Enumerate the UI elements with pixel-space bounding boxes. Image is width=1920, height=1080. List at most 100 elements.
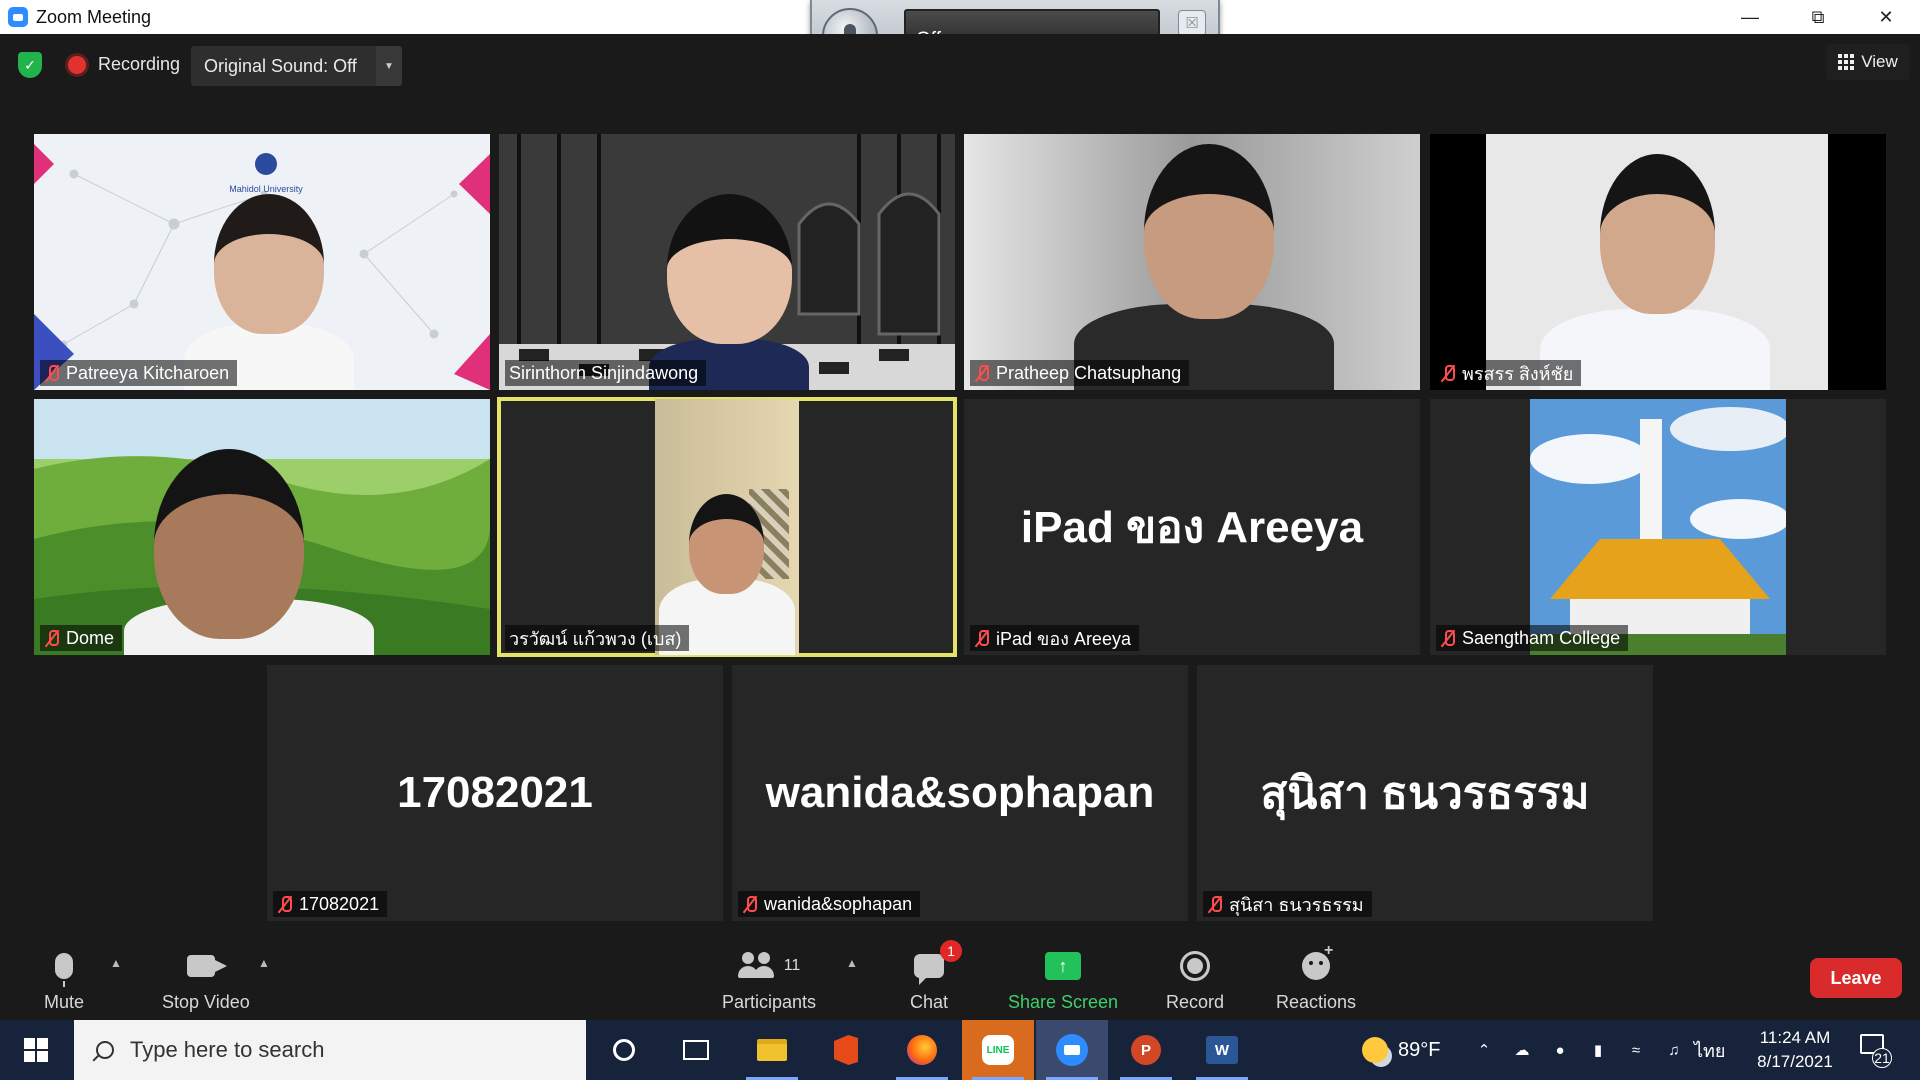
cortana-button[interactable]	[588, 1020, 660, 1080]
video-tile[interactable]: Saengtham College	[1430, 399, 1886, 655]
video-tile[interactable]: Sirinthorn Sinjindawong	[499, 134, 955, 390]
task-view-button[interactable]	[660, 1020, 732, 1080]
office-app-button[interactable]	[810, 1020, 882, 1080]
reactions-smiley-icon	[1302, 942, 1333, 980]
video-tile[interactable]: พรสรร สิงห์ชัย	[1430, 134, 1886, 390]
mic-muted-icon	[974, 629, 990, 647]
microphone-tray-icon[interactable]: ●	[1550, 1042, 1570, 1059]
participant-face	[689, 494, 764, 594]
participant-name-tag: Sirinthorn Sinjindawong	[505, 360, 707, 386]
mic-muted-icon	[44, 629, 60, 647]
mic-muted-icon	[974, 364, 990, 382]
logo-text: Mahidol University	[229, 184, 303, 194]
wifi-icon[interactable]: ≈	[1626, 1042, 1646, 1059]
chat-icon	[914, 954, 945, 985]
notification-count: 21	[1872, 1048, 1892, 1068]
close-button[interactable]: ✕	[1852, 0, 1920, 34]
participants-icon	[737, 952, 778, 980]
participant-name-tag: พรสรร สิงห์ชัย	[1436, 360, 1582, 386]
video-tile[interactable]: Mahidol University Patreeya Kitcharoen	[34, 134, 490, 390]
leave-button[interactable]: Leave	[1810, 958, 1902, 998]
input-language[interactable]: ไทย	[1694, 1020, 1725, 1080]
reactions-button[interactable]: Reactions	[1276, 942, 1356, 1013]
view-button[interactable]: View	[1826, 44, 1910, 80]
volume-icon[interactable]: ♫	[1664, 1042, 1684, 1059]
participant-display-name: สุนิสา ธนวรธรรม	[1260, 769, 1590, 818]
word-button[interactable]: W	[1186, 1020, 1258, 1080]
mute-button[interactable]: Mute	[44, 946, 84, 1013]
participant-display-name: 17082021	[397, 768, 593, 817]
system-tray: ⌃ ☁ ● ▮ ≈ ♫	[1474, 1020, 1684, 1080]
participant-name-tag: Patreeya Kitcharoen	[40, 360, 238, 386]
participants-options-caret[interactable]: ▲	[846, 956, 858, 970]
participant-name-tag: Saengtham College	[1436, 625, 1629, 651]
participants-button[interactable]: 11 Participants	[722, 946, 816, 1013]
windows-taskbar: Type here to search LINE P W 89°F ⌃ ☁ ● …	[0, 1020, 1920, 1080]
powerpoint-button[interactable]: P	[1110, 1020, 1182, 1080]
line-icon: LINE	[982, 1035, 1014, 1065]
firefox-button[interactable]	[886, 1020, 958, 1080]
start-button[interactable]	[0, 1020, 72, 1080]
firefox-icon	[907, 1035, 937, 1065]
participant-face	[154, 449, 304, 639]
mic-muted-icon	[44, 364, 60, 382]
participant-name-tag: wanida&sophapan	[738, 891, 921, 917]
microphone-icon	[55, 953, 74, 987]
original-sound-button[interactable]: Original Sound: Off	[191, 46, 381, 86]
mic-muted-icon	[1440, 364, 1456, 382]
video-tile-no-video[interactable]: 17082021 17082021	[267, 665, 723, 921]
chat-unread-badge: 1	[940, 940, 963, 962]
zoom-icon	[1056, 1034, 1088, 1066]
windows-logo-icon	[24, 1038, 48, 1062]
participant-name-tag: Dome	[40, 625, 123, 651]
stop-video-button[interactable]: Stop Video	[162, 946, 250, 1013]
recording-label[interactable]: Recording	[98, 54, 180, 75]
restore-button[interactable]: ⧉	[1784, 0, 1852, 34]
taskbar-search-box[interactable]: Type here to search	[74, 1020, 586, 1080]
recording-dot-icon	[68, 56, 86, 74]
share-screen-icon: ↑	[1045, 952, 1082, 980]
participant-name-tag: สุนิสา ธนวรธรรม	[1203, 891, 1372, 917]
participant-display-name: iPad ของ Areeya	[1020, 503, 1364, 552]
office-icon	[834, 1035, 858, 1065]
taskbar-clock[interactable]: 11:24 AM 8/17/2021	[1740, 1026, 1850, 1074]
line-app-button[interactable]: LINE	[962, 1020, 1034, 1080]
weather-temperature: 89°F	[1398, 1038, 1441, 1061]
original-sound-dropdown[interactable]: ▼	[376, 46, 402, 86]
mic-muted-icon	[1207, 895, 1223, 913]
file-explorer-button[interactable]	[736, 1020, 808, 1080]
video-tile-no-video[interactable]: iPad ของ Areeya iPad ของ Areeya	[964, 399, 1420, 655]
search-icon	[96, 1041, 114, 1059]
mic-muted-icon	[1440, 629, 1456, 647]
weather-widget[interactable]: 89°F	[1362, 1020, 1440, 1080]
window-controls: — ⧉ ✕	[1716, 0, 1920, 34]
mic-muted-icon	[742, 895, 758, 913]
video-options-caret[interactable]: ▲	[258, 956, 270, 970]
grid-view-icon	[1838, 54, 1855, 70]
minimize-button[interactable]: —	[1716, 0, 1784, 34]
window-title: Zoom Meeting	[36, 6, 152, 27]
video-tile[interactable]: Dome	[34, 399, 490, 655]
battery-icon[interactable]: ▮	[1588, 1042, 1608, 1059]
widget-close-button[interactable]: ☒	[1178, 10, 1206, 36]
security-shield-icon[interactable]: ✓	[18, 52, 42, 78]
video-tile[interactable]: Pratheep Chatsuphang	[964, 134, 1420, 390]
record-button[interactable]: Record	[1166, 946, 1224, 1013]
cortana-icon	[613, 1039, 635, 1061]
video-tile-no-video[interactable]: wanida&sophapan wanida&sophapan	[732, 665, 1188, 921]
chat-button[interactable]: 1 Chat	[910, 940, 963, 1013]
onedrive-icon[interactable]: ☁	[1512, 1042, 1532, 1059]
share-screen-button[interactable]: ↑ Share Screen	[1008, 946, 1118, 1013]
chevron-up-icon[interactable]: ⌃	[1474, 1042, 1494, 1059]
view-label: View	[1861, 52, 1898, 71]
video-tile-no-video[interactable]: สุนิสา ธนวรธรรม สุนิสา ธนวรธรรม	[1197, 665, 1653, 921]
participant-name-tag: วรวัฒน์ แก้วพวง (เบส)	[505, 625, 690, 651]
video-tile-active-speaker[interactable]: วรวัฒน์ แก้วพวง (เบส)	[497, 397, 957, 657]
zoom-app-button[interactable]	[1036, 1020, 1108, 1080]
action-center-button[interactable]: 21	[1860, 1034, 1892, 1068]
powerpoint-icon: P	[1131, 1035, 1161, 1065]
participant-face	[1600, 154, 1715, 314]
audio-options-caret[interactable]: ▲	[110, 956, 122, 970]
word-icon: W	[1206, 1036, 1238, 1064]
video-camera-icon	[186, 955, 227, 977]
